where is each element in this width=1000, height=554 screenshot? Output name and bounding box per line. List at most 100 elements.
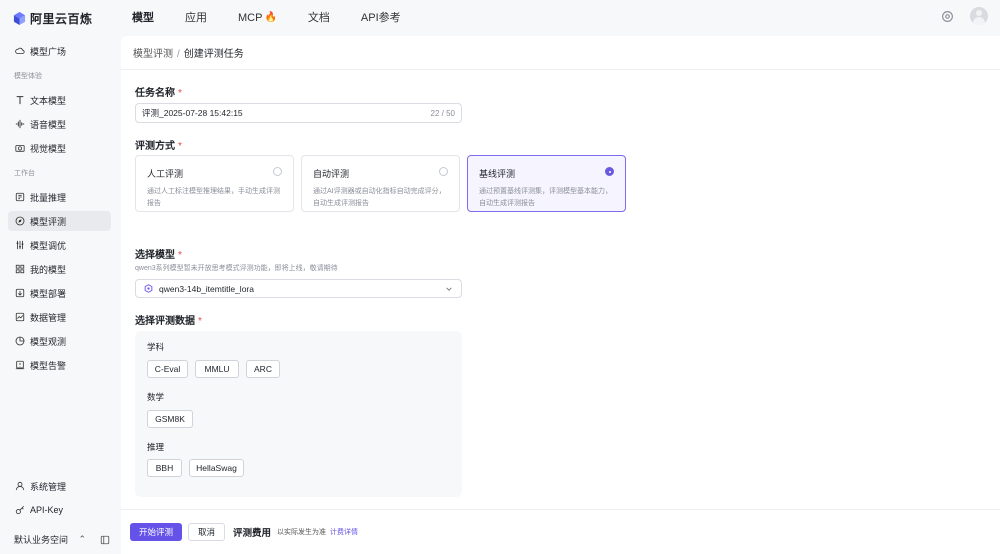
start-eval-button[interactable]: 开始评测 (130, 523, 183, 541)
sidebar-item-model-observe[interactable]: 模型观测 (8, 331, 111, 351)
nav-model-label: 模型 (132, 12, 154, 24)
eval-method-label: 评测方式 * (135, 137, 182, 152)
method-desc: 通过AI评测器或自动化指标自动完成评分，自动生成评测报告 (313, 188, 446, 207)
collapse-sidebar-icon[interactable] (100, 535, 110, 545)
nav-model[interactable]: 模型 (132, 0, 154, 36)
dataset-tag-bbh[interactable]: BBH (147, 459, 182, 477)
cancel-button[interactable]: 取消 (188, 523, 226, 541)
billing-details-link[interactable]: 计费详情 (330, 527, 358, 537)
action-bar: 开始评测 取消 评测费用 以实际发生为准 计费详情 (121, 509, 1000, 554)
dataset-label: 选择评测数据 * (135, 312, 202, 327)
bailian-logo-icon (13, 11, 26, 25)
brand-name: 阿里云百炼 (30, 11, 93, 26)
sidebar-item-batch-inference[interactable]: 批量推理 (8, 187, 111, 207)
task-name-label: 任务名称 * (135, 84, 182, 99)
task-name-input[interactable]: 评测_2025-07-28 15:42:15 22 / 50 (135, 103, 462, 123)
dataset-tag-hellaswag[interactable]: HellaSwag (189, 459, 244, 477)
required-mark: * (178, 88, 182, 99)
method-card-baseline[interactable]: 基线评测 通过预置基线评测集，评测模型基本能力，自动生成评测报告 (467, 155, 626, 212)
dataset-label-text: 选择评测数据 (135, 316, 195, 327)
required-mark: * (178, 141, 182, 152)
char-counter: 22 / 50 (430, 108, 455, 118)
dataset-tag-mmlu[interactable]: MMLU (195, 360, 239, 378)
dataset-tag-arc[interactable]: ARC (246, 360, 280, 378)
sidebar-item-voice-model[interactable]: 语音模型 (8, 114, 111, 134)
method-desc: 通过人工标注模型推理结果，手动生成评测报告 (147, 188, 280, 207)
chevron-down-icon (446, 286, 452, 291)
sidebar-item-data-manage[interactable]: 数据管理 (8, 307, 111, 327)
nav-api-ref[interactable]: API参考 (361, 0, 401, 36)
required-mark: * (178, 250, 182, 261)
sidebar-item-label: 模型告警 (30, 360, 67, 371)
camera-icon (15, 145, 25, 152)
breadcrumb-separator: / (177, 49, 180, 60)
sidebar-item-api-key[interactable]: API-Key (8, 500, 111, 520)
model-hint: qwen3系列模型暂未开放思考模式评测功能，即将上线，敬请期待 (135, 265, 338, 272)
brand-logo[interactable]: 阿里云百炼 (13, 10, 113, 27)
sidebar-item-my-models[interactable]: 我的模型 (8, 259, 111, 279)
model-select[interactable]: qwen3-14b_itemtitle_lora (135, 279, 462, 298)
fire-icon: 🔥 (264, 12, 277, 23)
main-panel: 模型评测 / 创建评测任务 任务名称 * 评测_2025-07-28 15:42:15… (121, 36, 1000, 554)
sidebar-item-model-alert[interactable]: 模型告警 (8, 355, 111, 375)
dataset-tag-ceval[interactable]: C-Eval (147, 360, 188, 378)
dataset-category-math: 数学 (147, 392, 165, 402)
sidebar-item-label: 模型评测 (30, 216, 67, 227)
eval-cost-hint: 以实际发生为准 (277, 529, 327, 536)
radio-manual[interactable] (273, 167, 282, 176)
sidebar-item-model-deploy[interactable]: 模型部署 (8, 283, 111, 303)
sidebar-item-label: 模型部署 (30, 288, 67, 299)
method-card-auto[interactable]: 自动评测 通过AI评测器或自动化指标自动完成评分，自动生成评测报告 (301, 155, 460, 212)
breadcrumb-current: 创建评测任务 (183, 49, 244, 60)
sidebar-item-model-square[interactable]: 模型广场 (8, 41, 111, 61)
model-select-value: qwen3-14b_itemtitle_lora (159, 283, 254, 294)
workspace-switcher[interactable]: 默认业务空间 ⌃ (14, 533, 110, 546)
model-icon (144, 284, 153, 293)
sliders-icon (16, 240, 24, 250)
cloud-icon (15, 47, 25, 54)
user-icon (15, 481, 25, 491)
task-name-label-text: 任务名称 (135, 88, 175, 99)
method-title: 基线评测 (479, 169, 516, 179)
top-nav-bar: 阿里云百炼 模型 应用 MCP 🔥 文档 API参考 (0, 0, 1000, 36)
avatar-head-shape (976, 10, 982, 16)
key-icon (15, 505, 25, 515)
sidebar-item-label: 我的模型 (30, 264, 67, 275)
task-name-value: 评测_2025-07-28 15:42:15 (142, 108, 243, 118)
dataset-tag-gsm8k[interactable]: GSM8K (147, 410, 193, 428)
sidebar-item-label: 系统管理 (30, 481, 67, 492)
sidebar-item-label: 语音模型 (30, 119, 67, 130)
method-title: 自动评测 (313, 169, 350, 179)
eval-cost-label: 评测费用 (233, 528, 272, 539)
nav-api-ref-label: API参考 (360, 12, 401, 24)
nav-docs-label: 文档 (307, 12, 330, 24)
gear-icon[interactable] (941, 10, 954, 23)
chevron-up-icon: ⌃ (78, 534, 86, 544)
nav-mcp[interactable]: MCP 🔥 (238, 0, 277, 36)
radio-baseline[interactable] (605, 167, 614, 176)
workspace-name: 默认业务空间 (14, 535, 69, 545)
nav-mcp-label: MCP (238, 12, 263, 24)
method-card-manual[interactable]: 人工评测 通过人工标注模型推理结果，手动生成评测报告 (135, 155, 294, 212)
sidebar-item-system-manage[interactable]: 系统管理 (8, 476, 111, 496)
breadcrumb-parent[interactable]: 模型评测 (133, 49, 173, 60)
sidebar-item-model-tune[interactable]: 模型调优 (8, 235, 111, 255)
sidebar-item-label: 文本模型 (30, 95, 67, 106)
sidebar-item-label: 模型广场 (30, 46, 67, 57)
sidebar-group-workbench: 工作台 (14, 170, 35, 177)
avatar[interactable] (970, 7, 988, 25)
batch-icon (15, 192, 25, 202)
radio-auto[interactable] (439, 167, 448, 176)
nav-docs[interactable]: 文档 (308, 0, 330, 36)
nav-app[interactable]: 应用 (185, 0, 207, 36)
select-model-label: 选择模型 * (135, 246, 182, 261)
sidebar-item-label: 模型观测 (30, 336, 67, 347)
header-divider (121, 69, 1000, 70)
sidebar-item-text-model[interactable]: 文本模型 (8, 90, 111, 110)
dataset-category-subject: 学科 (147, 342, 165, 352)
sidebar-item-model-eval[interactable]: 模型评测 (8, 211, 111, 231)
sidebar: 模型广场 模型体验 文本模型 语音模型 视觉模型 工作台 批量推理 模型评测 模… (0, 36, 120, 554)
sidebar-item-vision-model[interactable]: 视觉模型 (8, 138, 111, 158)
sidebar-item-label: 模型调优 (30, 240, 67, 251)
alert-icon (15, 360, 25, 370)
